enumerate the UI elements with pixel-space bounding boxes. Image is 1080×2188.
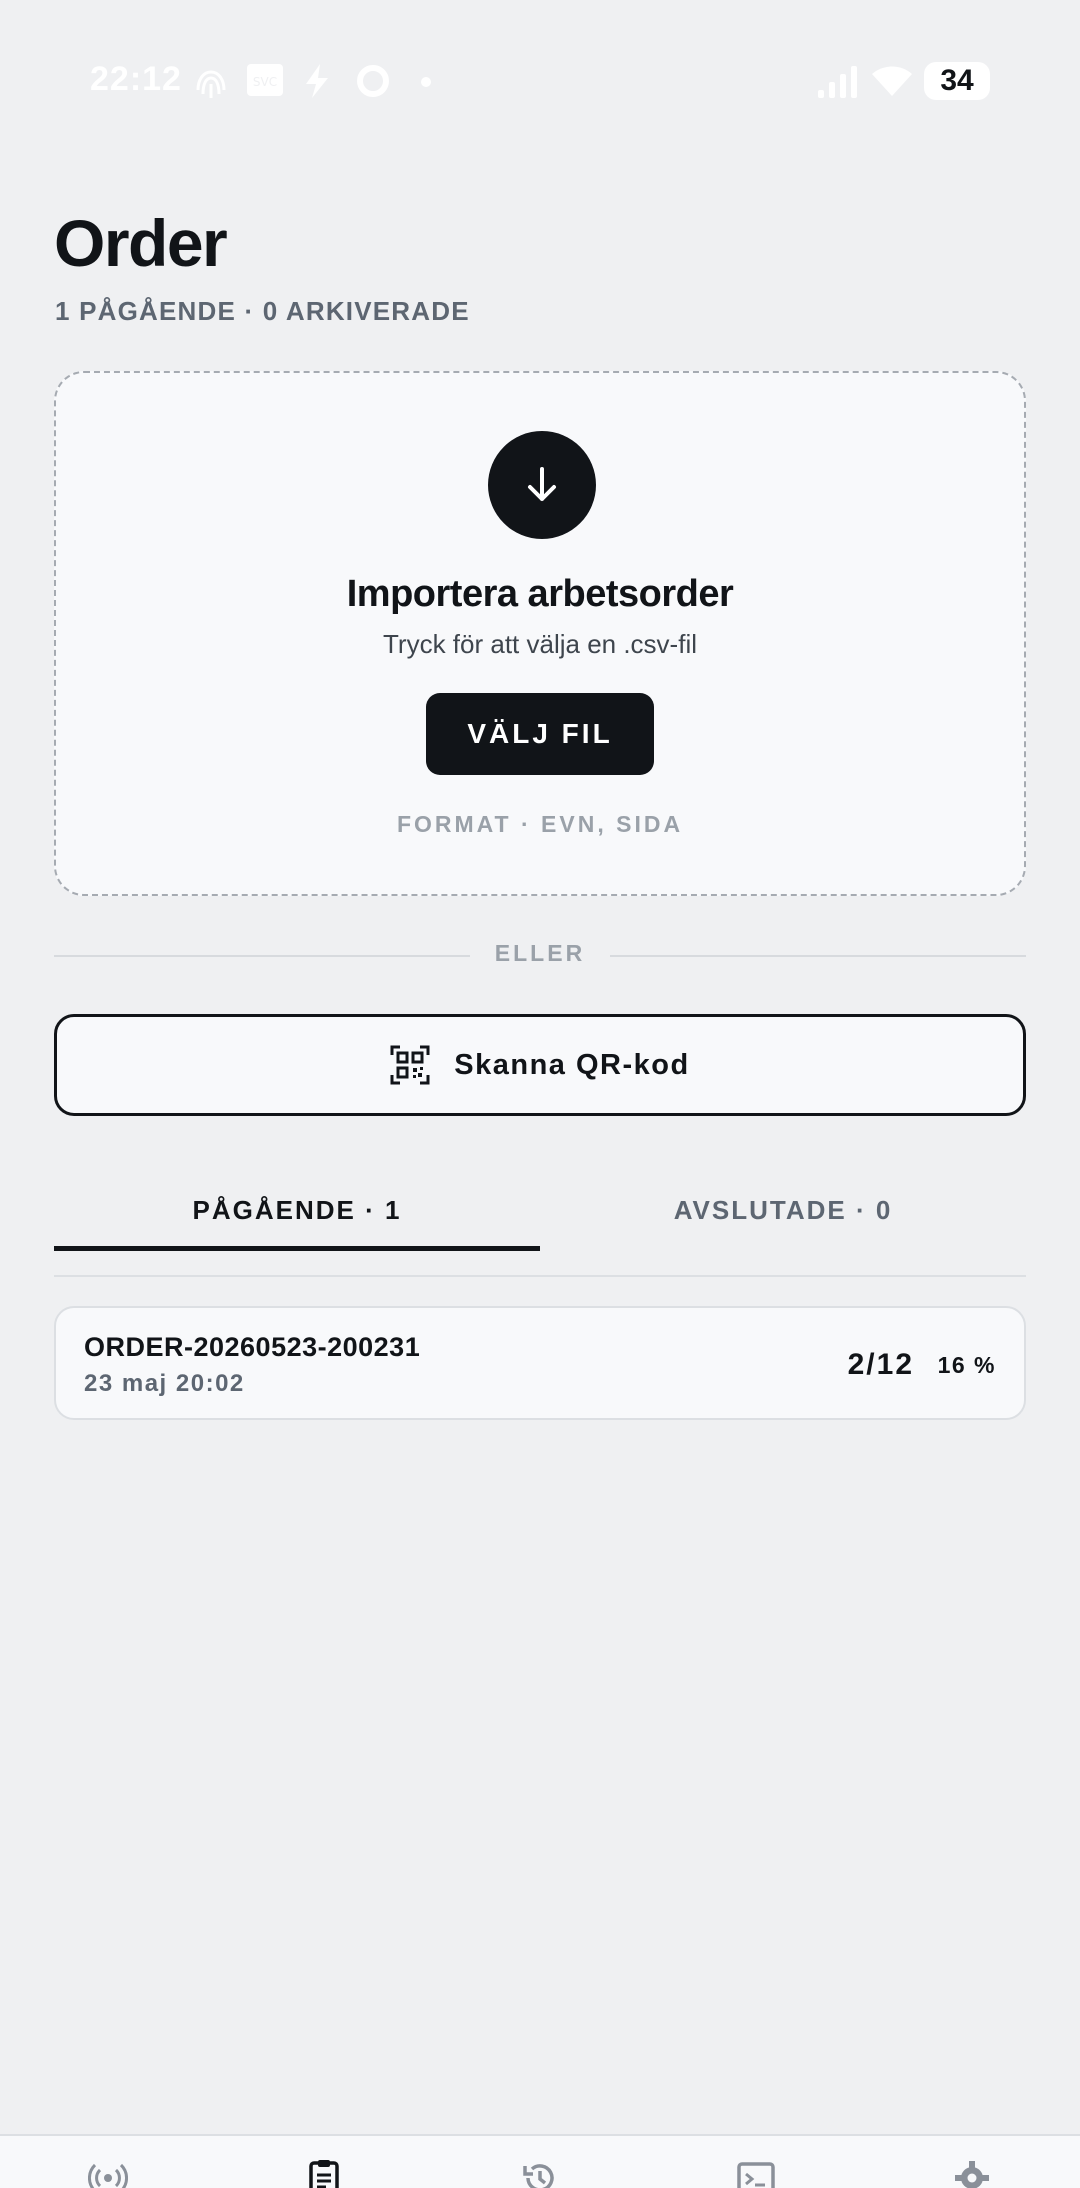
scan-qr-button[interactable]: Skanna QR-kod (54, 1014, 1026, 1116)
order-tabs: PÅGÅENDE · 1 AVSLUTADE · 0 (54, 1180, 1026, 1276)
format-label: FORMAT · EVN, SIDA (396, 811, 684, 837)
bolt-icon (306, 64, 328, 98)
battery-icon: 34 (924, 62, 990, 100)
nav-history[interactable] (510, 2158, 570, 2188)
qr-code-icon (390, 1045, 430, 1085)
clipboard-icon (309, 2160, 339, 2188)
svc-icon: SVC (247, 64, 283, 96)
svg-text:SVC: SVC (253, 75, 277, 89)
divider-line-right (610, 955, 1026, 957)
import-card[interactable]: Importera arbetsorder Tryck för att välj… (54, 371, 1026, 896)
broadcast-icon (88, 2163, 128, 2188)
terminal-icon (737, 2162, 775, 2188)
import-title: Importera arbetsorder (346, 573, 734, 615)
nav-terminal[interactable] (726, 2158, 786, 2188)
order-date: 23 maj 20:02 (84, 1370, 245, 1397)
nav-broadcast[interactable] (78, 2158, 138, 2188)
nav-settings[interactable] (942, 2158, 1002, 2188)
order-progress-count: 2/12 (847, 1348, 914, 1381)
arrow-down-icon (528, 467, 556, 501)
ring-icon (357, 65, 389, 97)
page-title: Order (54, 206, 228, 280)
dot-icon (421, 77, 431, 87)
page-subtitle: 1 PÅGÅENDE · 0 ARKIVERADE (55, 296, 470, 326)
scan-qr-label: Skanna QR-kod (454, 1048, 690, 1081)
status-time: 22:12 (90, 60, 182, 98)
gear-icon (955, 2161, 989, 2188)
signal-icon (818, 66, 857, 98)
order-list-item[interactable]: ORDER-20260523-200231 23 maj 20:02 2/12 … (54, 1306, 1026, 1420)
or-divider: ELLER (54, 940, 1026, 972)
divider-label: ELLER (494, 940, 586, 966)
history-icon (523, 2164, 554, 2188)
tab-completed[interactable]: AVSLUTADE · 0 (540, 1180, 1026, 1250)
nav-orders[interactable] (294, 2158, 354, 2188)
order-progress-percent: 16 % (937, 1352, 996, 1378)
active-tab-indicator (54, 1246, 540, 1251)
tab-ongoing[interactable]: PÅGÅENDE · 1 (54, 1180, 540, 1250)
import-icon-circle (488, 431, 596, 539)
order-id: ORDER-20260523-200231 (84, 1332, 421, 1362)
fingerprint-icon (196, 70, 226, 98)
wifi-icon (872, 66, 912, 96)
status-bar: 22:12 SVC 34 (0, 0, 1080, 160)
choose-file-button[interactable]: VÄLJ FIL (426, 693, 654, 775)
tabs-divider (54, 1275, 1026, 1277)
import-hint: Tryck för att välja en .csv-fil (383, 629, 697, 659)
bottom-nav (0, 2134, 1080, 2188)
